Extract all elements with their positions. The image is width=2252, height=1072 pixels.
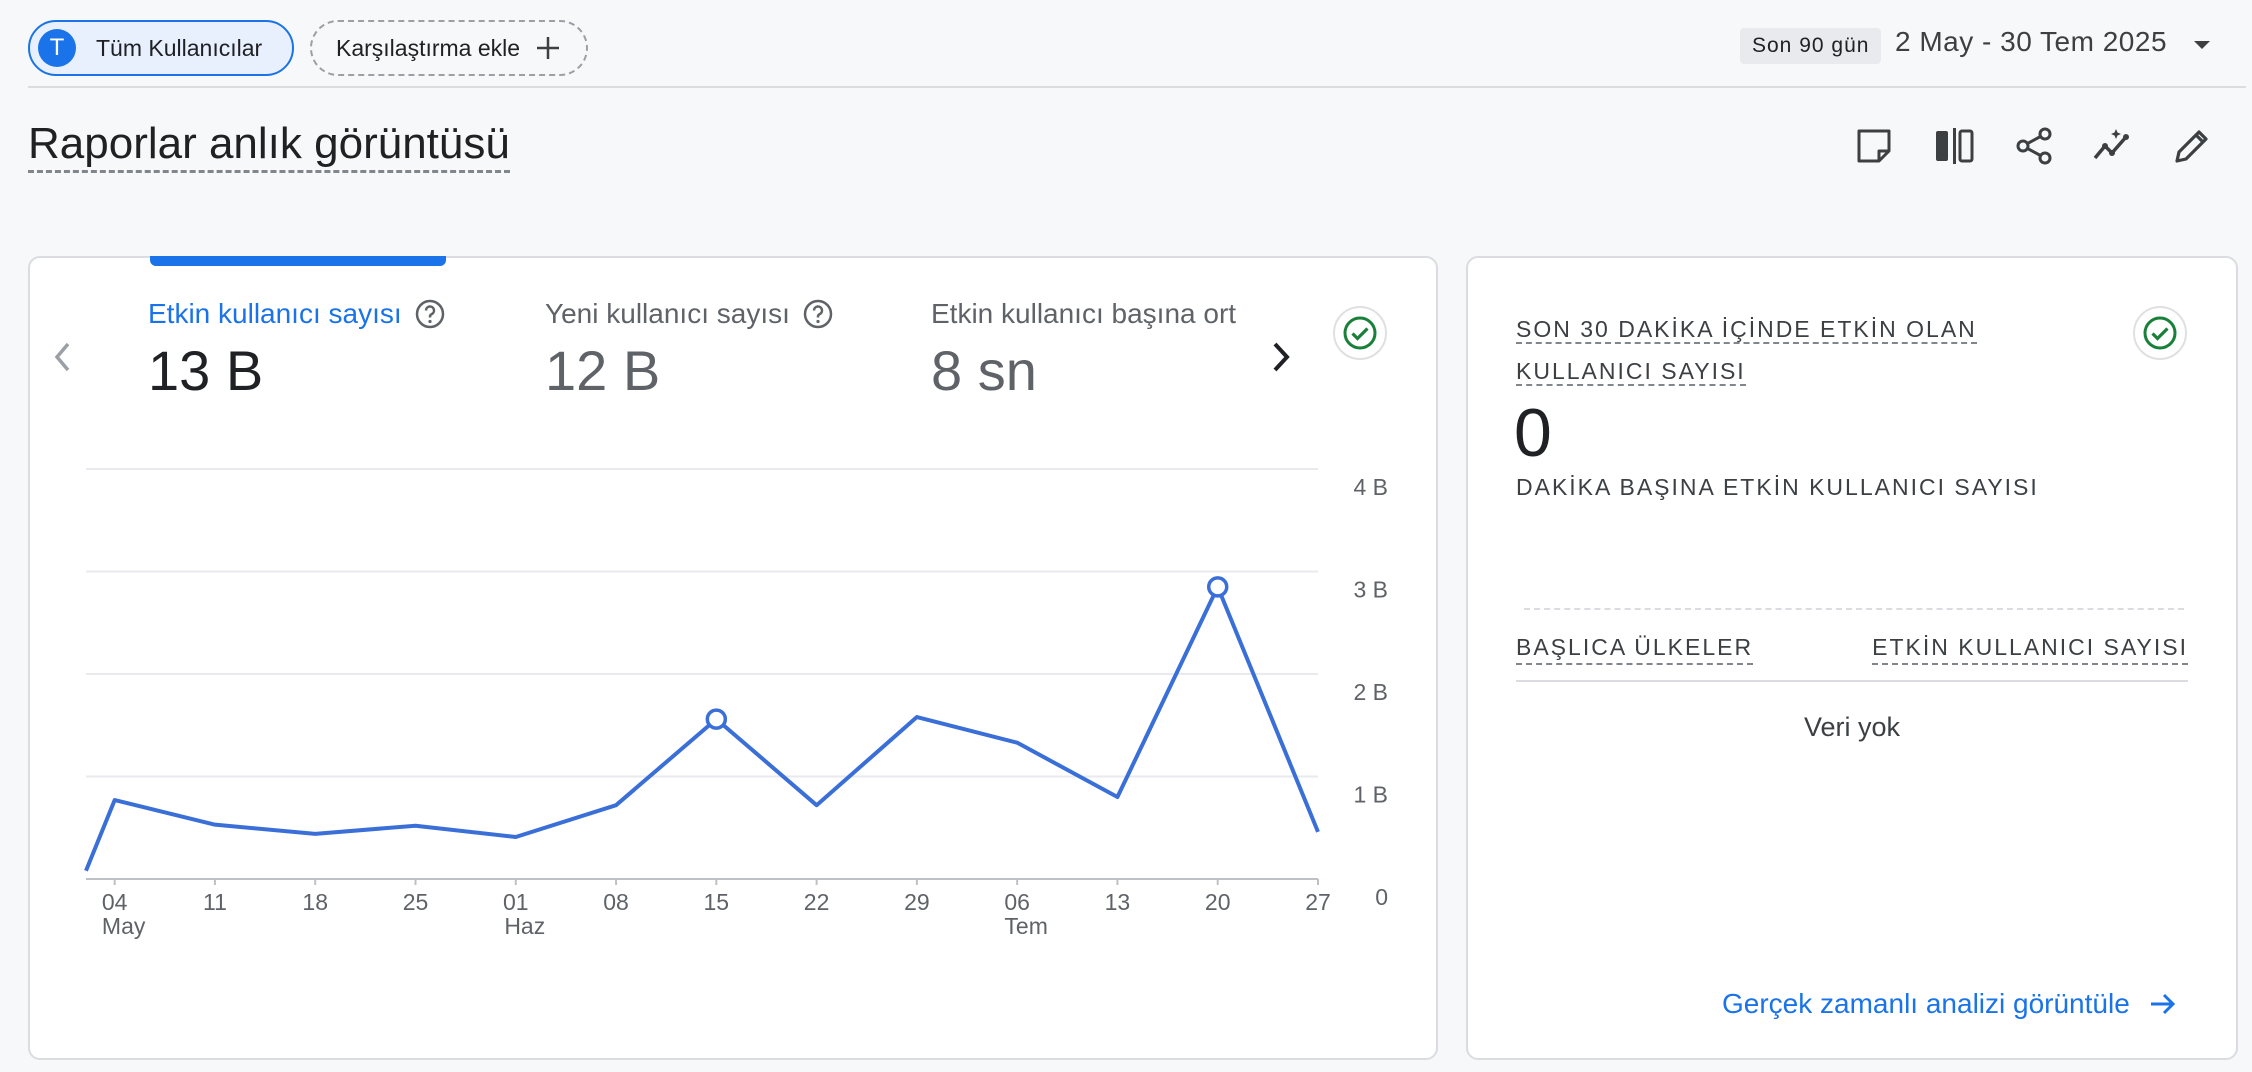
realtime-empty-sparkline bbox=[1524, 608, 2184, 610]
x-tick-label: 01 bbox=[503, 889, 529, 915]
x-tick-label: 20 bbox=[1205, 889, 1231, 915]
realtime-value: 0 bbox=[1514, 395, 1552, 471]
x-tick-label: 15 bbox=[704, 889, 730, 915]
x-tick-month-label: Haz bbox=[504, 913, 545, 939]
x-tick-label: 25 bbox=[403, 889, 429, 915]
series-line bbox=[84, 584, 1320, 872]
check-circle-icon bbox=[2143, 316, 2177, 350]
x-tick-label: 29 bbox=[904, 889, 930, 915]
x-tick-label: 08 bbox=[603, 889, 629, 915]
arrow-right-icon bbox=[2150, 993, 2175, 1015]
table-divider bbox=[1516, 680, 2188, 682]
realtime-subtitle: DAKİKA BAŞINA ETKİN KULLANICI SAYISI bbox=[1516, 474, 2039, 500]
view-realtime-link-text: Gerçek zamanlı analizi görüntüle bbox=[1722, 988, 2130, 1019]
x-tick-label: 06 bbox=[1004, 889, 1030, 915]
x-tick-month-label: May bbox=[102, 913, 146, 939]
data-point-marker bbox=[1206, 576, 1229, 598]
realtime-title-text: SON 30 DAKİKA İÇİNDE ETKİN OLAN KULLANIC… bbox=[1516, 316, 1977, 386]
x-tick-label: 11 bbox=[203, 889, 227, 915]
x-tick-label: 04 bbox=[102, 889, 128, 915]
no-data-message: Veri yok bbox=[1803, 712, 1901, 742]
x-tick-label: 18 bbox=[302, 889, 328, 915]
column-header-active-users[interactable]: ETKİN KULLANICI SAYISI bbox=[1872, 634, 2188, 665]
realtime-title: SON 30 DAKİKA İÇİNDE ETKİN OLAN KULLANIC… bbox=[1516, 308, 2106, 392]
y-tick-label: 4 B bbox=[1353, 474, 1388, 500]
y-tick-label: 2 B bbox=[1353, 679, 1388, 705]
data-point-marker bbox=[705, 708, 728, 730]
x-tick-month-label: Tem bbox=[1004, 913, 1047, 939]
y-tick-label: 3 B bbox=[1353, 577, 1388, 603]
y-tick-label: 1 B bbox=[1353, 782, 1388, 808]
x-tick-label: 27 bbox=[1305, 889, 1331, 915]
y-tick-label: 0 bbox=[1375, 884, 1388, 910]
x-tick-label: 13 bbox=[1105, 889, 1131, 915]
x-tick-label: 22 bbox=[804, 889, 830, 915]
realtime-quality-badge[interactable] bbox=[2133, 306, 2187, 360]
column-header-countries[interactable]: BAŞLICA ÜLKELER bbox=[1516, 634, 1754, 665]
view-realtime-link[interactable]: Gerçek zamanlı analizi görüntüle bbox=[1722, 988, 2178, 1020]
